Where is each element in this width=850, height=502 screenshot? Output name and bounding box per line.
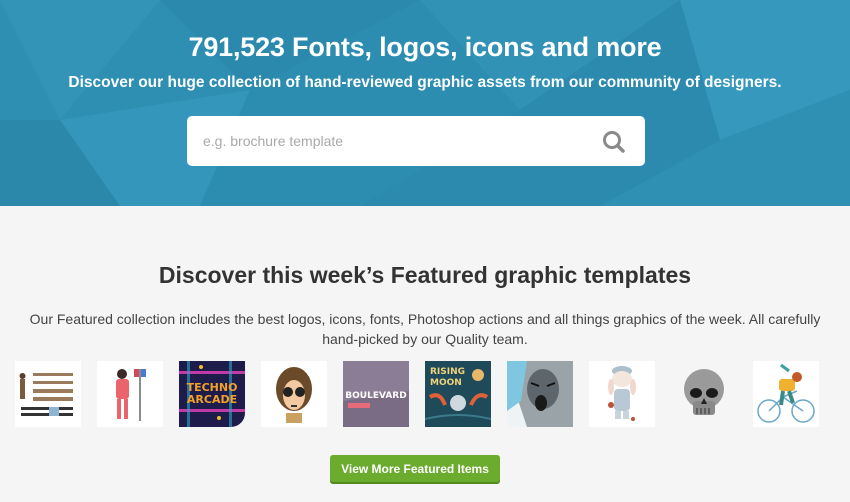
svg-text:BOULEVARD: BOULEVARD xyxy=(345,391,406,401)
featured-item-character-creation-kit[interactable] xyxy=(15,361,81,427)
bunny-image xyxy=(608,366,636,421)
rising-moon-image: RISING MOON xyxy=(425,367,491,420)
featured-item-rising-moon[interactable]: RISING MOON xyxy=(425,361,491,427)
svg-text:RISING: RISING xyxy=(430,367,465,377)
featured-item-cyclist[interactable] xyxy=(753,361,819,427)
boulevard-image: BOULEVARD xyxy=(343,361,409,427)
search-icon xyxy=(603,131,625,153)
svg-text:MOON: MOON xyxy=(430,378,462,388)
hero-title: 791,523 Fonts, logos, icons and more xyxy=(188,32,662,62)
featured-description: Our Featured collection includes the bes… xyxy=(29,311,821,347)
featured-item-screaming-face[interactable] xyxy=(507,361,573,427)
svg-text:ARCADE: ARCADE xyxy=(187,393,237,406)
hero-subtitle: Discover our huge collection of hand-rev… xyxy=(68,74,782,91)
featured-item-skull[interactable] xyxy=(671,361,737,427)
featured-thumbnails: TECHNO ARCADE BOULEVARD RISING MOON xyxy=(15,361,835,427)
featured-item-nurse-illustration[interactable] xyxy=(97,361,163,427)
hero-polygon-background xyxy=(0,0,850,206)
featured-item-bunny-character[interactable] xyxy=(589,361,655,427)
hero-banner: 791,523 Fonts, logos, icons and more Dis… xyxy=(0,0,850,206)
search-input[interactable] xyxy=(187,116,587,166)
search-bar xyxy=(187,116,645,166)
featured-title: Discover this week’s Featured graphic te… xyxy=(158,262,692,288)
featured-item-boulevard-template[interactable]: BOULEVARD xyxy=(343,361,409,427)
skull-image xyxy=(684,369,724,415)
character-kit-image xyxy=(19,373,73,416)
featured-item-woman-sunglasses[interactable] xyxy=(261,361,327,427)
techno-arcade-image: TECHNO ARCADE xyxy=(179,361,245,427)
nurse-image xyxy=(116,369,146,421)
view-more-featured-button[interactable]: View More Featured Items xyxy=(330,455,500,482)
featured-item-techno-arcade[interactable]: TECHNO ARCADE xyxy=(179,361,245,427)
cyclist-image xyxy=(757,363,815,423)
woman-sunglasses-image xyxy=(276,367,312,423)
search-button[interactable] xyxy=(601,129,627,155)
screaming-face-image xyxy=(507,361,573,427)
